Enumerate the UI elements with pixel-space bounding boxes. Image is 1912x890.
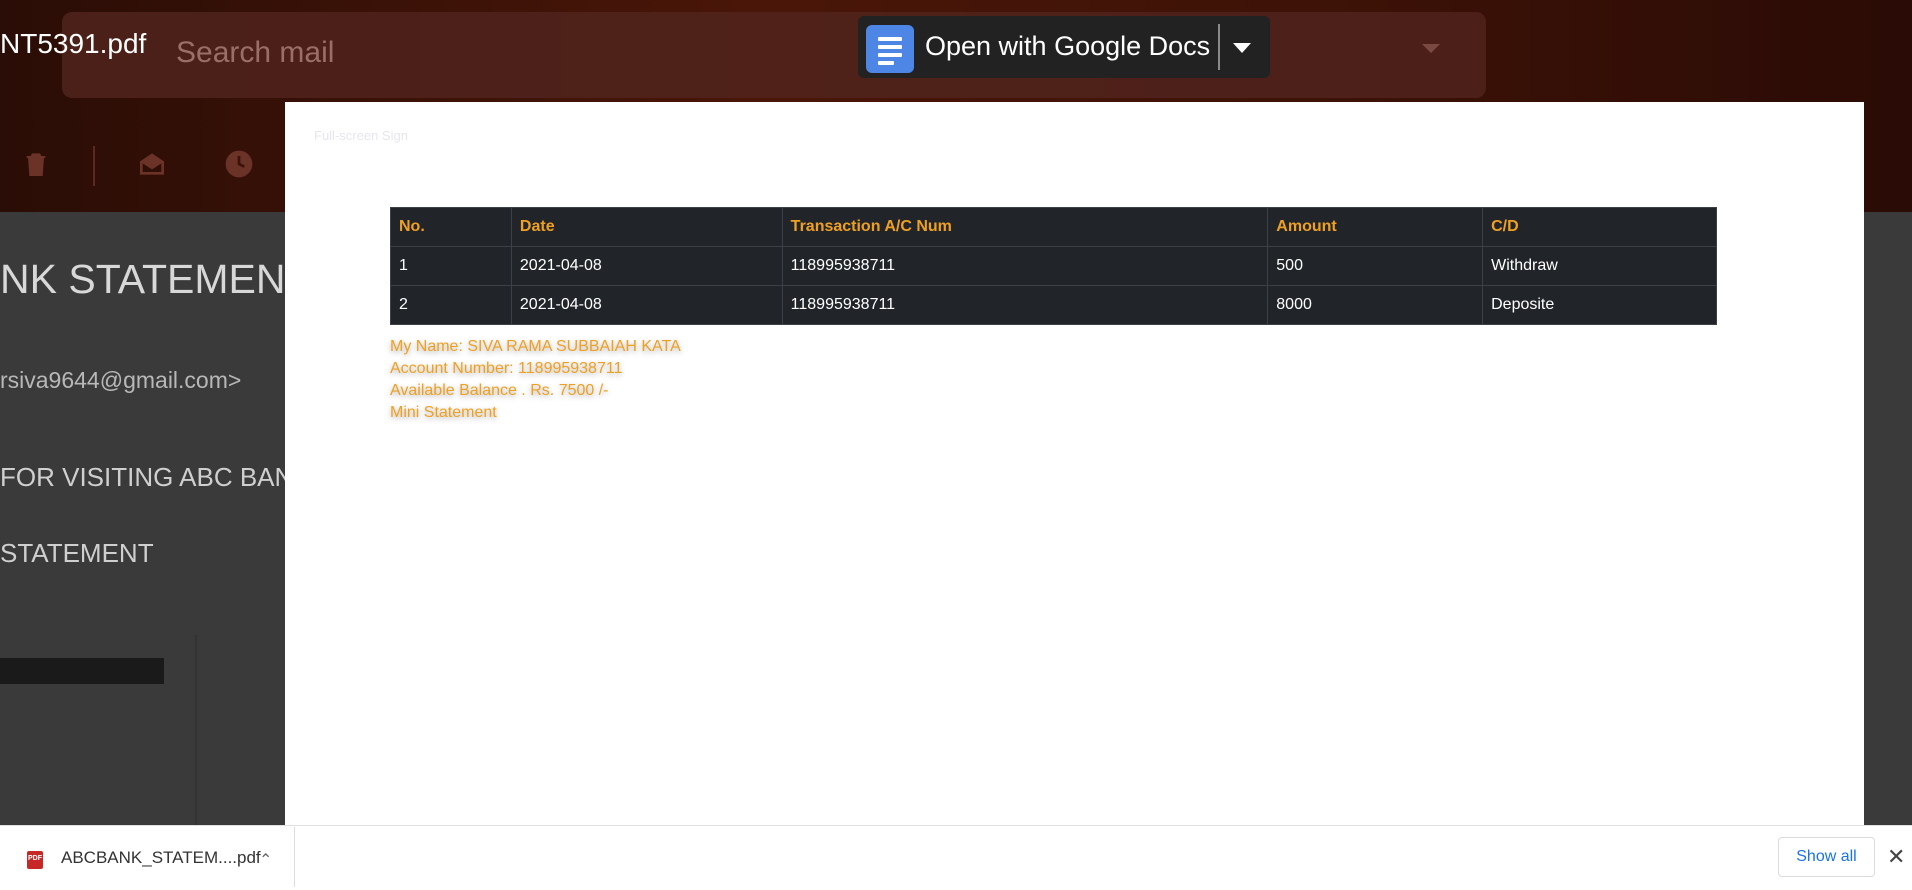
download-bar <box>0 825 1912 890</box>
search-options-icon[interactable] <box>1422 44 1440 53</box>
download-divider <box>294 827 295 887</box>
search-input[interactable]: Search mail <box>176 36 334 70</box>
docs-separator <box>1218 24 1220 70</box>
table-cell: 2 <box>390 285 512 325</box>
mini-statement-label: Mini Statement <box>390 404 497 421</box>
account-number: Account Number: 118995938711 <box>390 360 623 377</box>
chevron-up-icon[interactable]: ⌃ <box>259 850 272 870</box>
mark-unread-icon[interactable] <box>136 148 168 180</box>
mail-subject: NK STATEMENT <box>0 256 311 302</box>
close-icon[interactable]: ✕ <box>1887 844 1905 870</box>
statement-table: No. Date Transaction A/C Num Amount C/D … <box>390 207 1717 325</box>
table-cell: Deposite <box>1482 285 1717 325</box>
attachment-divider <box>195 635 197 825</box>
column-header: C/D <box>1482 207 1717 247</box>
account-holder-name: My Name: SIVA RAMA SUBBAIAH KATA <box>390 338 681 355</box>
column-header: Date <box>510 207 783 247</box>
mail-text-line: FOR VISITING ABC BAN <box>0 462 294 492</box>
attachment-thumbnail[interactable] <box>0 658 164 684</box>
download-file-name[interactable]: ABCBANK_STATEM....pdf <box>61 848 261 868</box>
table-cell: 8000 <box>1267 285 1484 325</box>
table-cell: 118995938711 <box>781 285 1269 325</box>
toolbar-divider <box>93 146 95 186</box>
account-info: My Name: SIVA RAMA SUBBAIAH KATA Account… <box>390 336 681 424</box>
delete-icon[interactable] <box>20 148 52 180</box>
table-cell: 118995938711 <box>781 246 1269 286</box>
column-header: No. <box>390 207 512 247</box>
open-with-docs-button[interactable]: Open with Google Docs <box>925 31 1210 62</box>
table-cell: 2021-04-08 <box>510 246 783 286</box>
column-header: Transaction A/C Num <box>781 207 1269 247</box>
table-cell: Withdraw <box>1482 246 1717 286</box>
chevron-down-icon[interactable] <box>1233 43 1251 53</box>
show-all-button[interactable]: Show all <box>1778 837 1875 877</box>
table-row: 1 2021-04-08 118995938711 500 Withdraw <box>390 246 1717 286</box>
google-docs-icon[interactable] <box>866 25 914 73</box>
available-balance: Available Balance . Rs. 7500 /- <box>390 382 609 399</box>
pdf-filename: NT5391.pdf <box>0 28 147 59</box>
table-cell: 1 <box>390 246 512 286</box>
column-header: Amount <box>1267 207 1484 247</box>
mail-sender: rsiva9644@gmail.com> <box>0 367 242 393</box>
snooze-icon[interactable] <box>223 148 255 180</box>
table-row: 2 2021-04-08 118995938711 8000 Deposite <box>390 285 1717 325</box>
table-cell: 500 <box>1267 246 1484 286</box>
fullscreen-hint: Full-screen Sign <box>314 128 408 143</box>
pdf-icon[interactable]: PDF <box>27 851 43 869</box>
mail-text-line: STATEMENT <box>0 538 154 568</box>
table-cell: 2021-04-08 <box>510 285 783 325</box>
table-header-row: No. Date Transaction A/C Num Amount C/D <box>390 207 1717 247</box>
